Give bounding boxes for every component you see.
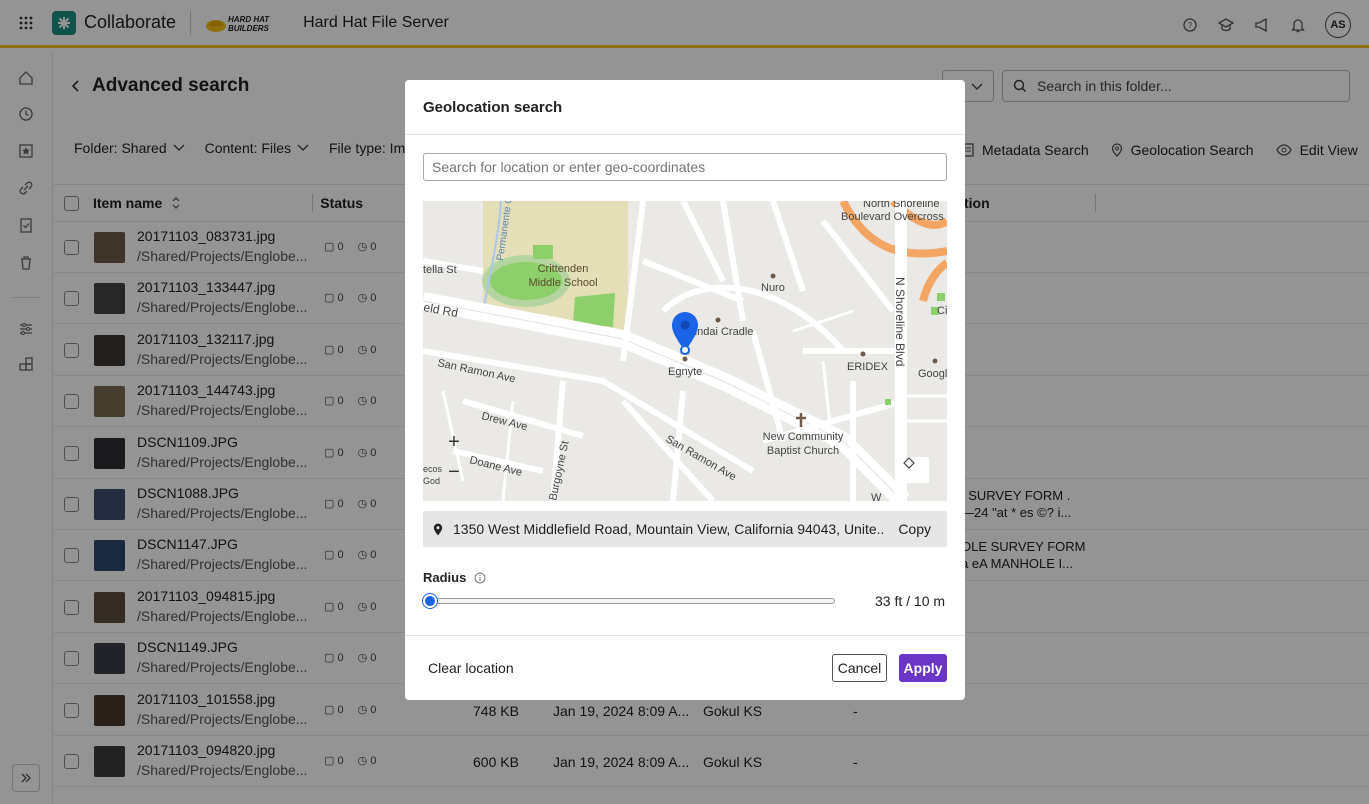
map-label-google: Googl <box>918 368 947 380</box>
dialog-title: Geolocation search <box>405 80 965 135</box>
radius-slider-thumb[interactable] <box>423 594 437 608</box>
map-label-church-line2: Baptist Church <box>767 445 839 457</box>
map-label-partial: W <box>871 492 882 501</box>
zoom-in-button[interactable]: + <box>439 427 469 457</box>
cancel-button[interactable]: Cancel <box>832 654 887 682</box>
map-label-overcross: North Shoreline <box>863 201 939 210</box>
radius-label-text: Radius <box>423 570 467 585</box>
map-label-church: New Community <box>763 431 844 443</box>
zoom-controls: + − <box>439 427 469 487</box>
geolocation-search-dialog: Geolocation search Search for location o… <box>405 80 965 700</box>
recenter-button[interactable] <box>903 457 929 483</box>
address-text: 1350 West Middlefield Road, Mountain Vie… <box>453 521 885 537</box>
clear-location-button[interactable]: Clear location <box>428 660 514 676</box>
radius-slider[interactable] <box>423 592 837 610</box>
radius-label: Radius <box>423 570 486 585</box>
locate-icon <box>903 457 915 469</box>
map-label-street: tella St <box>423 264 457 276</box>
map-label-nuro: Nuro <box>761 282 785 294</box>
dialog-footer: Clear location Cancel Apply <box>405 635 965 700</box>
info-icon[interactable] <box>474 572 486 584</box>
apply-button[interactable]: Apply <box>899 654 947 682</box>
copy-address-button[interactable]: Copy <box>898 521 931 537</box>
pin-icon <box>433 523 443 535</box>
map-canvas: Crittenden Middle School tella St eld Rd… <box>423 201 947 501</box>
map-label-partial: Ci <box>937 305 947 317</box>
radius-value: 33 ft / 10 m <box>875 593 946 609</box>
map[interactable]: Crittenden Middle School tella St eld Rd… <box>423 201 947 501</box>
map-label-eridex: ERIDEX <box>847 361 889 373</box>
map-label-school: Crittenden <box>538 263 589 275</box>
address-bar: 1350 West Middlefield Road, Mountain Vie… <box>423 511 947 547</box>
location-search-input[interactable] <box>423 153 947 181</box>
map-label-egnyte: Egnyte <box>668 366 702 378</box>
map-label-school-line2: Middle School <box>528 277 597 289</box>
zoom-out-button[interactable]: − <box>439 457 469 487</box>
map-label-partial: God <box>423 476 440 486</box>
map-label-cradle: undai Cradle <box>691 326 753 338</box>
map-label-shoreline: N Shoreline Blvd <box>893 277 907 366</box>
radius-slider-track[interactable] <box>429 598 835 604</box>
map-label-overcross-line2: Boulevard Overcross <box>841 211 944 223</box>
